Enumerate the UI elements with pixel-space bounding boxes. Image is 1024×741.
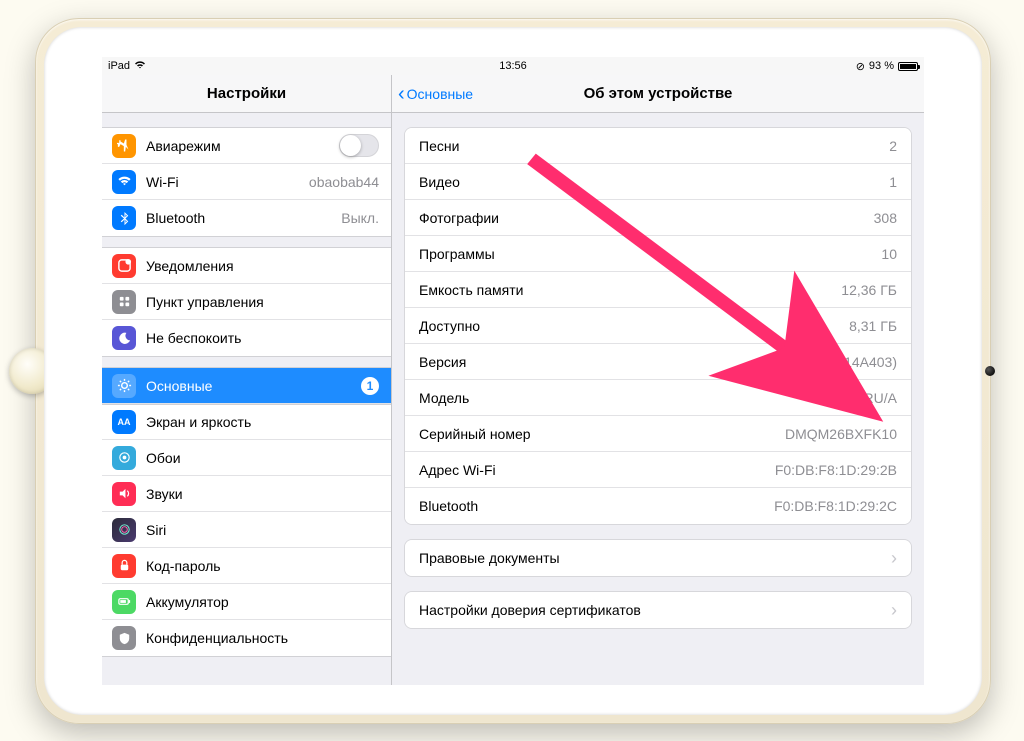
- back-label: Основные: [407, 86, 473, 102]
- about-row-serial[interactable]: Серийный номерDMQM26BXFK10: [405, 416, 911, 452]
- dnd-label: Не беспокоить: [146, 330, 379, 346]
- about-row-photos[interactable]: Фотографии308: [405, 200, 911, 236]
- about-row-wifi-addr[interactable]: Адрес Wi-FiF0:DB:F8:1D:29:2B: [405, 452, 911, 488]
- privacy-icon: [117, 631, 132, 646]
- privacy-label: Конфиденциальность: [146, 630, 379, 646]
- sidebar-item-general[interactable]: Основные 1: [102, 368, 391, 404]
- wifi-icon: [117, 174, 132, 189]
- settings-sidebar: Настройки Авиарежим Wi-Fi obaob: [102, 75, 392, 685]
- display-label: Экран и яркость: [146, 414, 379, 430]
- sidebar-item-display[interactable]: AA Экран и яркость: [102, 404, 391, 440]
- chevron-right-icon: ›: [891, 549, 897, 567]
- chevron-left-icon: ‹: [398, 84, 405, 104]
- notifications-icon: [117, 258, 132, 273]
- status-device-label: iPad: [108, 60, 130, 72]
- passcode-label: Код-пароль: [146, 558, 379, 574]
- ipad-frame: iPad 13:56 ⊘ 93 % Настройки: [35, 18, 991, 724]
- siri-label: Siri: [146, 522, 379, 538]
- content-header: ‹ Основные Об этом устройстве: [392, 75, 924, 113]
- about-row-available[interactable]: Доступно8,31 ГБ: [405, 308, 911, 344]
- bluetooth-icon: [117, 211, 132, 226]
- general-label: Основные: [146, 378, 361, 394]
- status-bar: iPad 13:56 ⊘ 93 %: [102, 57, 924, 75]
- control-center-icon: [117, 294, 132, 309]
- about-row-version[interactable]: Версия10.0.1 (14A403): [405, 344, 911, 380]
- bluetooth-value: Выкл.: [341, 210, 379, 226]
- sidebar-item-notifications[interactable]: Уведомления: [102, 248, 391, 284]
- lock-icon: [117, 558, 132, 573]
- wallpaper-label: Обои: [146, 450, 379, 466]
- sidebar-title: Настройки: [102, 75, 391, 113]
- screen: iPad 13:56 ⊘ 93 % Настройки: [102, 57, 924, 685]
- wifi-label: Wi-Fi: [146, 174, 309, 190]
- chevron-right-icon: ›: [891, 601, 897, 619]
- airplane-icon: [117, 138, 132, 153]
- sidebar-item-dnd[interactable]: Не беспокоить: [102, 320, 391, 356]
- airplane-toggle[interactable]: [339, 134, 379, 157]
- sounds-icon: [117, 486, 132, 501]
- sidebar-item-battery[interactable]: Аккумулятор: [102, 584, 391, 620]
- battery-label: Аккумулятор: [146, 594, 379, 610]
- sidebar-item-wallpaper[interactable]: Обои: [102, 440, 391, 476]
- sidebar-item-airplane[interactable]: Авиарежим: [102, 128, 391, 164]
- content-pane: ‹ Основные Об этом устройстве Песни2 Вид…: [392, 75, 924, 685]
- sidebar-item-privacy[interactable]: Конфиденциальность: [102, 620, 391, 656]
- siri-icon: [117, 522, 132, 537]
- link-cert-trust[interactable]: Настройки доверия сертификатов›: [405, 592, 911, 628]
- notifications-label: Уведомления: [146, 258, 379, 274]
- control-center-label: Пункт управления: [146, 294, 379, 310]
- gear-icon: [117, 378, 132, 393]
- general-badge: 1: [361, 377, 379, 395]
- battery-icon: [898, 62, 918, 71]
- about-row-capacity[interactable]: Емкость памяти12,36 ГБ: [405, 272, 911, 308]
- about-row-bt-addr[interactable]: BluetoothF0:DB:F8:1D:29:2C: [405, 488, 911, 524]
- sounds-label: Звуки: [146, 486, 379, 502]
- airplane-label: Авиарежим: [146, 138, 339, 154]
- link-legal[interactable]: Правовые документы›: [405, 540, 911, 576]
- wifi-icon: [134, 60, 146, 73]
- wallpaper-icon: [117, 450, 132, 465]
- battery-icon: [117, 594, 132, 609]
- sidebar-item-bluetooth[interactable]: Bluetooth Выкл.: [102, 200, 391, 236]
- sidebar-item-sounds[interactable]: Звуки: [102, 476, 391, 512]
- wifi-value: obaobab44: [309, 174, 379, 190]
- device-bezel: iPad 13:56 ⊘ 93 % Настройки: [44, 27, 982, 715]
- display-icon: AA: [118, 417, 131, 427]
- sidebar-item-wifi[interactable]: Wi-Fi obaobab44: [102, 164, 391, 200]
- about-row-model[interactable]: МодельMD785RU/A: [405, 380, 911, 416]
- bluetooth-label: Bluetooth: [146, 210, 341, 226]
- sidebar-item-passcode[interactable]: Код-пароль: [102, 548, 391, 584]
- status-time: 13:56: [499, 60, 527, 72]
- front-camera: [985, 366, 995, 376]
- orientation-lock-icon: ⊘: [856, 60, 865, 73]
- sidebar-item-control-center[interactable]: Пункт управления: [102, 284, 391, 320]
- back-button[interactable]: ‹ Основные: [398, 84, 473, 104]
- about-row-songs[interactable]: Песни2: [405, 128, 911, 164]
- battery-percent: 93 %: [869, 60, 894, 72]
- about-row-videos[interactable]: Видео1: [405, 164, 911, 200]
- moon-icon: [117, 331, 132, 346]
- about-row-apps[interactable]: Программы10: [405, 236, 911, 272]
- sidebar-item-siri[interactable]: Siri: [102, 512, 391, 548]
